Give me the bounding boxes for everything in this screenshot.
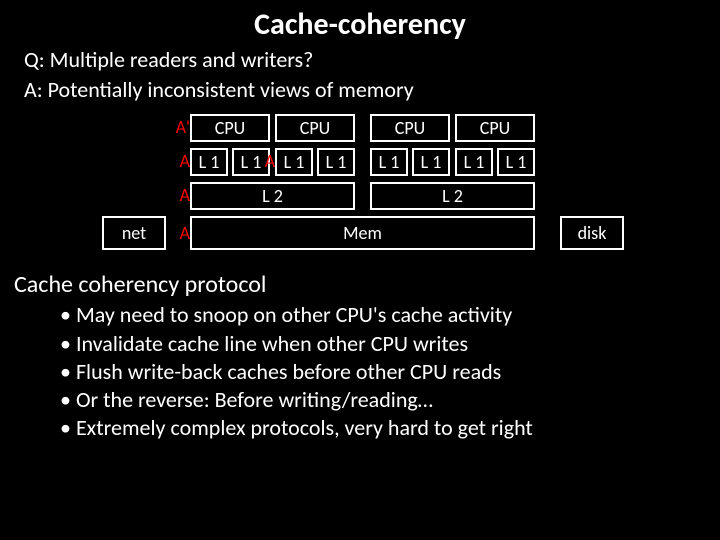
title: Cache-coherency <box>0 0 720 43</box>
annot-a-l2: A <box>176 184 190 206</box>
cpu-box-2: CPU <box>370 114 450 142</box>
bullet-list: May need to snoop on other CPU's cache a… <box>0 301 720 442</box>
cpu-box-3: CPU <box>455 114 535 142</box>
annot-a-prime: A' <box>172 116 190 138</box>
protocol-heading: Cache coherency protocol <box>0 270 720 299</box>
bullet-item: Flush write-back caches before other CPU… <box>60 358 720 386</box>
l1-box-4: L 1 <box>370 148 408 176</box>
disk-box: disk <box>560 216 624 250</box>
l1-box-0: L 1 <box>190 148 228 176</box>
bullet-item: Invalidate cache line when other CPU wri… <box>60 330 720 358</box>
l1-box-5: L 1 <box>412 148 450 176</box>
l2-box-1: L 2 <box>370 182 535 210</box>
net-box: net <box>102 216 166 250</box>
bullet-item: Or the reverse: Before writing/reading… <box>60 386 720 414</box>
question: Q: Multiple readers and writers? <box>0 45 720 75</box>
l1-box-7: L 1 <box>497 148 535 176</box>
mem-box: Mem <box>190 216 535 250</box>
cpu-box-0: CPU <box>190 114 270 142</box>
annot-a-l1: A <box>176 150 190 172</box>
answer: A: Potentially inconsistent views of mem… <box>0 75 720 105</box>
bullet-item: Extremely complex protocols, very hard t… <box>60 414 720 442</box>
l2-box-0: L 2 <box>190 182 355 210</box>
l1-box-2: L 1 <box>275 148 313 176</box>
annot-a-l1b: A <box>261 150 275 172</box>
memory-hierarchy-diagram: CPU CPU CPU CPU L 1 L 1 L 1 L 1 L 1 L 1 … <box>80 114 640 256</box>
l1-box-6: L 1 <box>455 148 493 176</box>
l1-box-3: L 1 <box>317 148 355 176</box>
cpu-box-1: CPU <box>275 114 355 142</box>
bullet-item: May need to snoop on other CPU's cache a… <box>60 301 720 329</box>
annot-a-mem: A <box>176 222 190 244</box>
